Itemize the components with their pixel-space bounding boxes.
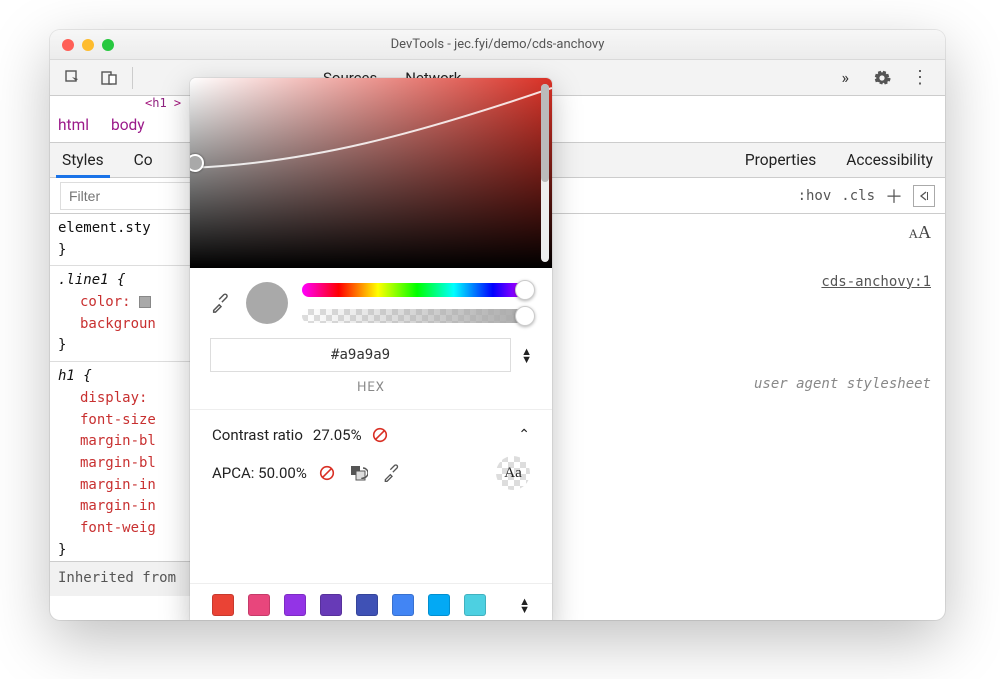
- tab-styles[interactable]: Styles: [62, 151, 104, 169]
- apca-fail-icon: [319, 465, 335, 481]
- sidebar-toggle-icon[interactable]: [913, 185, 935, 207]
- tab-accessibility[interactable]: Accessibility: [846, 151, 933, 169]
- close-brace-2: }: [58, 335, 197, 357]
- current-color-swatch: [246, 282, 288, 324]
- close-brace-1: }: [58, 240, 197, 262]
- inspect-element-icon[interactable]: [60, 65, 86, 91]
- toolbar-divider: [132, 67, 133, 89]
- prop-marginbl-2[interactable]: margin-bl: [58, 453, 197, 475]
- picker-controls-row: [190, 268, 552, 332]
- palette-swatch-1[interactable]: [212, 594, 234, 616]
- more-tabs-chevron[interactable]: »: [832, 68, 860, 87]
- picker-separator: [190, 409, 552, 410]
- alpha-slider[interactable]: [302, 309, 532, 323]
- hov-toggle[interactable]: :hov: [798, 188, 832, 204]
- hex-input[interactable]: [210, 338, 511, 372]
- apca-row: APCA: 50.00% Aa: [190, 452, 552, 502]
- prop-fontweight-cut[interactable]: font-weig: [58, 518, 197, 540]
- palette-swatch-2[interactable]: [248, 594, 270, 616]
- source-link[interactable]: cds-anchovy:1: [754, 271, 931, 293]
- titlebar: DevTools - jec.fyi/demo/cds-anchovy: [50, 30, 945, 60]
- prop-marginin-1[interactable]: margin-in: [58, 475, 197, 497]
- hue-slider[interactable]: [302, 283, 532, 297]
- color-picker-popover: ▲▼ HEX Contrast ratio 27.05% ⌃ APCA: 50.…: [190, 78, 552, 620]
- palette-swatch-5[interactable]: [356, 594, 378, 616]
- format-switch-icon[interactable]: ▲▼: [521, 348, 532, 363]
- device-toggle-icon[interactable]: [96, 65, 122, 91]
- font-aa-icon[interactable]: AA: [909, 222, 931, 242]
- contrast-curve: [190, 78, 552, 268]
- cls-toggle[interactable]: .cls: [841, 188, 875, 204]
- minimize-dot[interactable]: [82, 39, 94, 51]
- contrast-collapse-chevron-up-icon[interactable]: ⌃: [518, 427, 530, 443]
- palette-row: ▲▼: [190, 583, 552, 620]
- kebab-menu-icon[interactable]: ⋮: [905, 69, 935, 87]
- rule-separator: [50, 265, 205, 266]
- color-swatch-gray[interactable]: [139, 296, 151, 308]
- contrast-value: 27.05%: [313, 426, 362, 444]
- breadcrumb-body[interactable]: body: [111, 116, 145, 134]
- new-rule-plus-icon[interactable]: ＋: [885, 183, 903, 209]
- sliders-group: [302, 283, 532, 323]
- hex-label: HEX: [190, 380, 552, 395]
- dom-code-peek: <h1 >: [145, 96, 181, 110]
- apca-eyedropper-icon[interactable]: [381, 462, 403, 484]
- devtools-window: DevTools - jec.fyi/demo/cds-anchovy Sour…: [50, 30, 945, 620]
- styles-right-column: AA cds-anchovy:1 user agent stylesheet: [754, 218, 931, 396]
- prop-fontsize-cut[interactable]: font-size: [58, 410, 197, 432]
- user-agent-label: user agent stylesheet: [754, 373, 931, 395]
- palette-swatch-4[interactable]: [320, 594, 342, 616]
- palette-switch-icon[interactable]: ▲▼: [519, 598, 530, 613]
- eyedropper-icon[interactable]: [210, 292, 232, 314]
- dom-breadcrumb: html body: [58, 116, 145, 134]
- rule-line1-selector[interactable]: .line1 {: [58, 270, 197, 292]
- close-brace-3: }: [58, 540, 197, 562]
- text-sample-circle[interactable]: Aa: [496, 456, 530, 490]
- hue-thumb[interactable]: [515, 280, 535, 300]
- settings-gear-icon[interactable]: [869, 65, 895, 91]
- tab-computed-cut[interactable]: Co: [134, 151, 153, 169]
- apca-label: APCA: 50.00%: [212, 464, 307, 482]
- prop-marginbl-1[interactable]: margin-bl: [58, 431, 197, 453]
- close-dot[interactable]: [62, 39, 74, 51]
- spectrum-scrollbar[interactable]: [541, 84, 549, 262]
- prop-background-cut[interactable]: backgroun: [58, 314, 197, 336]
- zoom-dot[interactable]: [102, 39, 114, 51]
- spectrum-marker[interactable]: [190, 154, 204, 172]
- prop-marginin-2[interactable]: margin-in: [58, 496, 197, 518]
- inherited-from-label: Inherited from: [50, 561, 205, 596]
- alpha-thumb[interactable]: [515, 306, 535, 326]
- swap-colors-icon[interactable]: [347, 462, 369, 484]
- styles-rules-panel: element.sty } .line1 { color: backgroun …: [50, 214, 205, 604]
- contrast-fail-icon: [372, 427, 388, 443]
- traffic-lights: [50, 39, 114, 51]
- contrast-label: Contrast ratio: [212, 426, 303, 444]
- prop-color[interactable]: color:: [58, 292, 197, 314]
- contrast-row: Contrast ratio 27.05% ⌃: [190, 418, 552, 452]
- palette-swatch-3[interactable]: [284, 594, 306, 616]
- tab-properties[interactable]: Properties: [745, 151, 816, 169]
- window-title: DevTools - jec.fyi/demo/cds-anchovy: [50, 37, 945, 52]
- hex-row: ▲▼: [190, 332, 552, 378]
- spectrum-area[interactable]: [190, 78, 552, 268]
- element-style-label[interactable]: element.sty: [58, 218, 197, 240]
- prop-display[interactable]: display:: [58, 388, 197, 410]
- rule-separator-2: [50, 361, 205, 362]
- breadcrumb-html[interactable]: html: [58, 116, 89, 134]
- palette-swatch-7[interactable]: [428, 594, 450, 616]
- rule-h1-selector[interactable]: h1 {: [58, 366, 197, 388]
- palette-swatch-8[interactable]: [464, 594, 486, 616]
- palette-swatch-6[interactable]: [392, 594, 414, 616]
